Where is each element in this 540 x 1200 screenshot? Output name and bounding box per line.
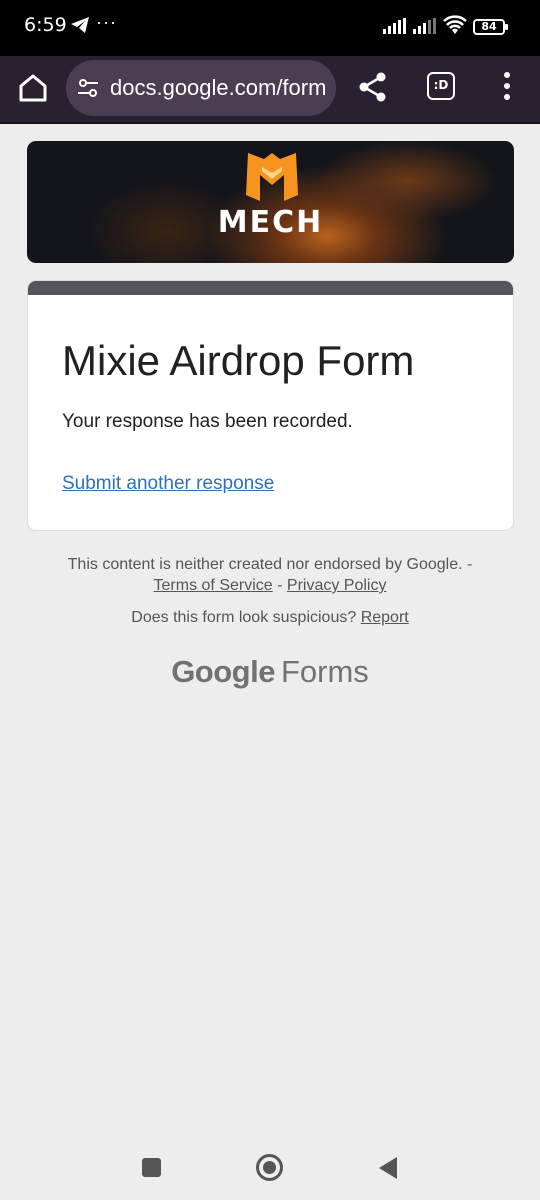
battery-icon: 84 <box>473 19 508 35</box>
form-title: Mixie Airdrop Form <box>62 337 415 384</box>
mech-logo <box>246 153 298 201</box>
more-vert-icon[interactable] <box>497 70 517 107</box>
privacy-link[interactable]: Privacy Policy <box>287 577 387 594</box>
forms-wordmark: Forms <box>280 654 369 689</box>
report-row: Does this form look suspicious? Report <box>0 609 540 627</box>
browser-toolbar: docs.google.com/form :D <box>0 56 540 124</box>
tune-icon[interactable] <box>76 77 100 104</box>
card-accent-bar <box>28 281 513 295</box>
signal-icon <box>383 18 407 39</box>
share-icon[interactable] <box>358 71 388 108</box>
terms-link[interactable]: Terms of Service <box>154 577 273 594</box>
disclaimer-text: This content is neither created nor endo… <box>67 556 473 573</box>
link-separator: - <box>272 577 287 594</box>
status-bar: 6:59 ··· 84 <box>0 0 540 56</box>
google-wordmark: Google <box>171 654 275 689</box>
back-icon[interactable] <box>378 1156 398 1185</box>
google-forms-logo[interactable]: Google Forms <box>0 654 540 690</box>
url-bar[interactable]: docs.google.com/form <box>66 60 336 116</box>
wifi-icon <box>443 15 467 40</box>
url-text: docs.google.com/form <box>110 75 327 100</box>
signal-icon <box>413 18 437 39</box>
submit-another-link[interactable]: Submit another response <box>62 473 274 495</box>
home-icon[interactable] <box>16 71 50 105</box>
form-card: Mixie Airdrop Form Your response has bee… <box>27 280 514 531</box>
status-time: 6:59 <box>24 14 67 36</box>
recents-icon[interactable] <box>142 1158 161 1177</box>
notification-overflow: ··· <box>96 12 117 32</box>
report-link[interactable]: Report <box>361 609 409 626</box>
banner-brand: MECH <box>217 205 324 240</box>
tabs-button[interactable]: :D <box>427 72 455 100</box>
home-icon[interactable] <box>256 1154 283 1181</box>
confirmation-message: Your response has been recorded. <box>62 411 353 432</box>
disclaimer: This content is neither created nor endo… <box>0 554 540 596</box>
telegram-icon <box>70 16 90 39</box>
suspicious-text: Does this form look suspicious? <box>131 609 357 626</box>
form-header-banner: MECH <box>27 141 514 263</box>
